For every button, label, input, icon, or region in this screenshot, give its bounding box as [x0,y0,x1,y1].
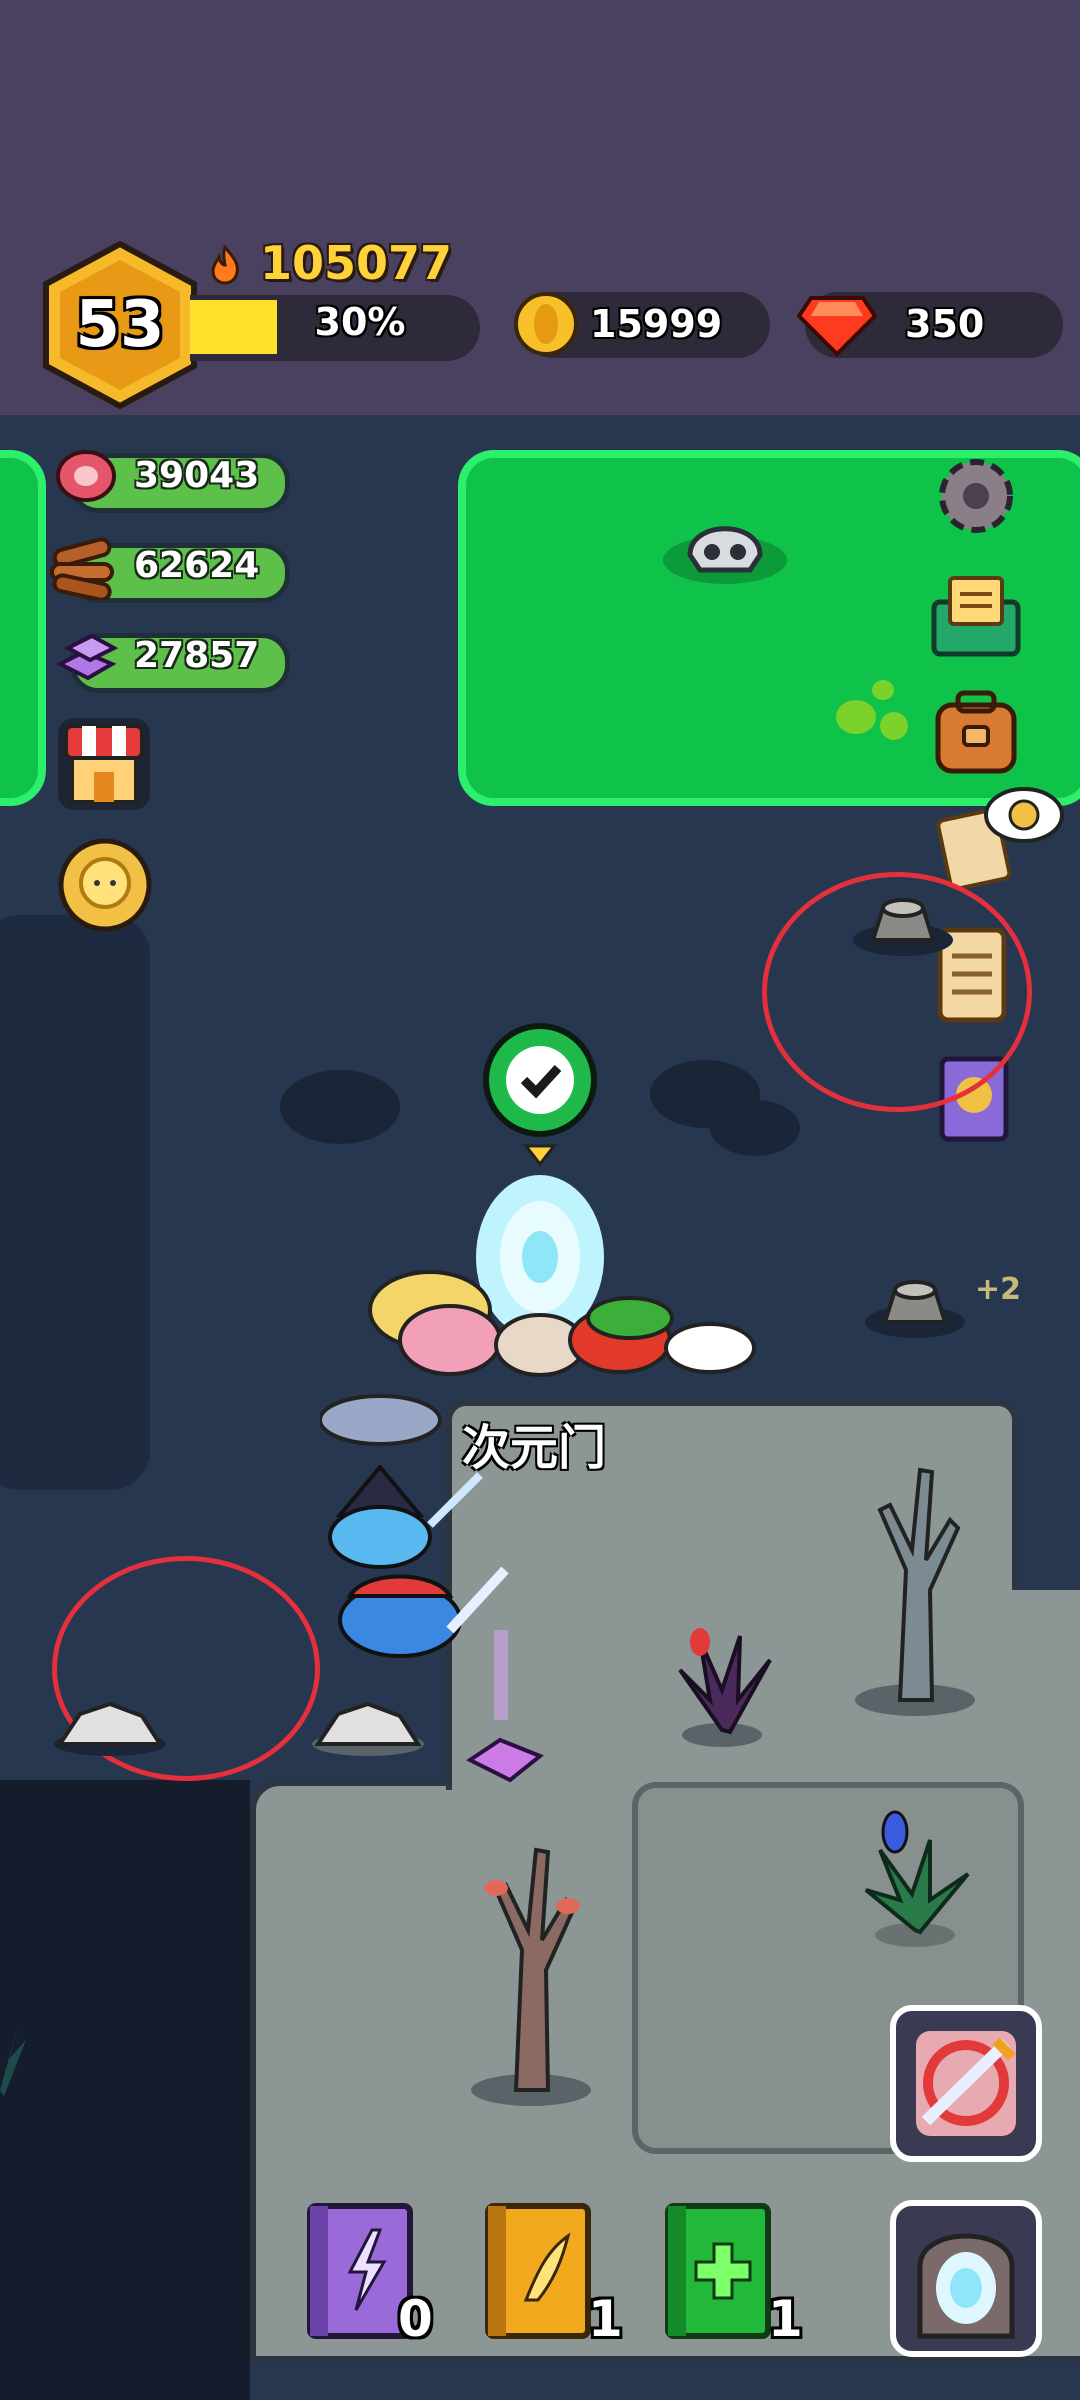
shop-icon [64,724,144,804]
mage-hero[interactable] [320,1465,490,1575]
dead-tree[interactable] [850,1450,980,1720]
purple-crystal-drop[interactable] [460,1630,550,1790]
mail-icon[interactable] [928,568,1024,660]
backpack-icon[interactable] [928,685,1024,781]
wing-book-count: 1 [588,2290,623,2348]
battle-button[interactable] [890,2005,1042,2162]
meat-icon [56,450,116,502]
meat-value: 39043 [134,455,260,496]
xp-bar-fill [190,300,277,354]
slime-puddle [872,680,894,700]
portal-button[interactable] [890,2200,1042,2357]
slime-puddle [836,700,876,734]
green-zone-left [0,450,46,806]
rock-node[interactable] [50,1692,170,1758]
rock-node[interactable] [308,1692,428,1758]
check-marker-icon[interactable] [480,1022,600,1172]
red-gem-icon [797,296,877,357]
tree-stump-icon[interactable] [860,1262,970,1342]
slime-puddle [880,712,908,740]
crossed-swords-icon [916,2031,1016,2136]
player-level: 53 [75,288,165,362]
gold-value: 15999 [590,302,723,346]
flame-icon [211,245,239,285]
shop-button[interactable] [58,718,150,810]
power-value: 105077 [260,236,453,290]
purple-plant[interactable] [660,1620,785,1750]
wood-logs-icon [50,537,114,600]
lightning-book-count: 0 [398,2290,433,2348]
dark-plant [0,2020,26,2096]
xp-percent: 30% [314,300,406,344]
dark-void [0,1780,250,2400]
tree-stump-icon[interactable] [848,880,958,960]
settings-gear-icon[interactable] [928,448,1024,544]
gem-value: 350 [905,302,985,346]
rank-badge-icon[interactable] [55,835,155,935]
dark-area [0,915,150,1490]
blue-flower-plant[interactable] [850,1810,980,1950]
bonus-label: +2 [975,1272,1022,1307]
gold-coin-icon [514,292,578,356]
dirt-hole [280,1070,400,1144]
wood-value: 62624 [134,545,260,586]
crystal-value: 27857 [134,635,260,676]
skull-speech-bubble-icon [984,787,1064,843]
dead-tree[interactable] [466,1830,596,2110]
skull-icon [663,526,787,584]
purple-ingot-icon [55,633,119,681]
dirt-hole [710,1100,800,1156]
stone-portal-icon [917,2233,1015,2339]
heal-book-count: 1 [768,2290,803,2348]
